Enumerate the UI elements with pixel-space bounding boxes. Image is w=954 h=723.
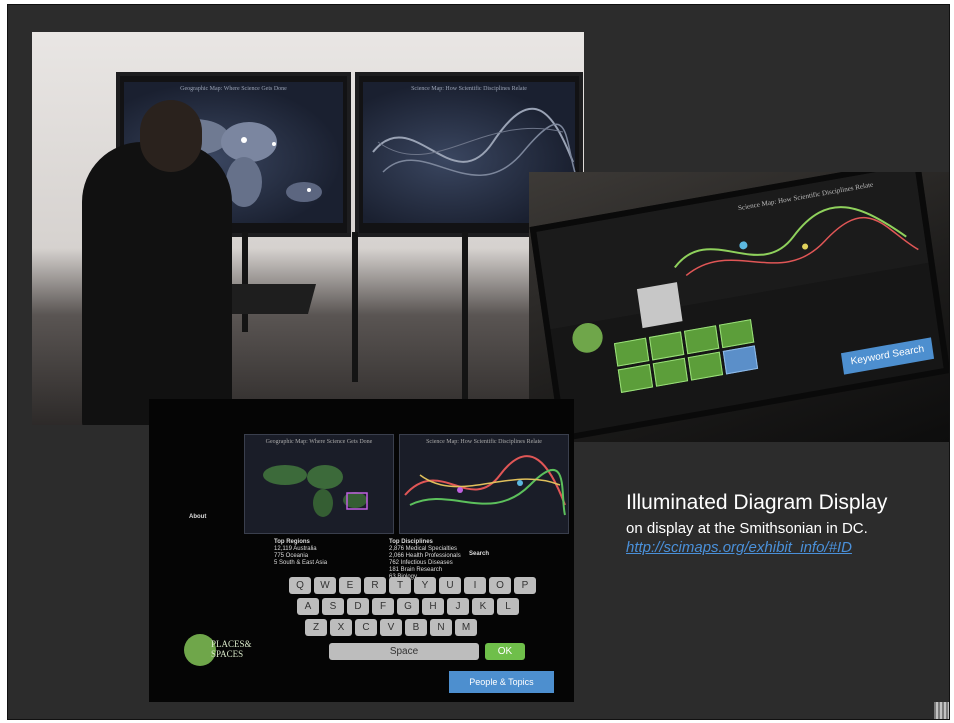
keyboard-key-t[interactable]: T [389,577,411,594]
keyboard-key-h[interactable]: H [422,598,444,615]
places-spaces-logo [570,320,605,356]
keyboard-key-q[interactable]: Q [289,577,311,594]
keyboard-space-key[interactable]: Space [329,643,479,660]
portrait-thumbnail [636,282,683,329]
kiosk-region-row: 775 Oceania [274,553,309,559]
touch-key-1[interactable] [613,337,650,367]
keyboard-key-d[interactable]: D [347,598,369,615]
keyboard-key-e[interactable]: E [339,577,361,594]
kiosk-about-heading: About [189,514,207,520]
slide: Geographic Map: Where Science Gets Done … [7,4,950,720]
qr-code-icon [934,702,949,719]
keyboard-key-c[interactable]: C [355,619,377,636]
touch-key-8[interactable] [722,345,759,375]
touch-key-5[interactable] [617,363,654,393]
keyboard-ok-key[interactable]: OK [485,643,525,660]
keyboard-key-y[interactable]: Y [414,577,436,594]
keyboard-key-s[interactable]: S [322,598,344,615]
photo-kiosk-screen: Geographic Map: Where Science Gets Done … [149,399,574,702]
person-silhouette [82,142,232,425]
touch-science-map: Science Map: How Scientific Disciplines … [536,172,929,330]
keyboard-key-p[interactable]: P [514,577,536,594]
keyboard-key-i[interactable]: I [464,577,486,594]
kiosk-discipline-row: 762 Infectious Diseases [389,560,453,566]
kiosk-search-heading: Search [469,551,490,557]
logo-line-1: PLACES& [211,639,252,649]
keyboard-key-x[interactable]: X [330,619,352,636]
monitor-stand-left [242,232,248,332]
keyboard-key-n[interactable]: N [430,619,452,636]
keyboard-key-w[interactable]: W [314,577,336,594]
kiosk-discipline-row: 181 Brain Research [389,567,443,573]
keyboard-key-o[interactable]: O [489,577,511,594]
touch-key-2[interactable] [648,331,685,361]
kiosk-science-map [404,455,566,516]
keyboard-key-l[interactable]: L [497,598,519,615]
caption-title: Illuminated Diagram Display [626,491,888,514]
person-head [140,100,202,172]
people-topics-button[interactable]: People & Topics [449,671,554,693]
places-spaces-wordmark: PLACES& SPACES [211,639,252,659]
touch-key-7[interactable] [687,351,724,381]
keyboard-key-r[interactable]: R [364,577,386,594]
photo-wall-displays: Geographic Map: Where Science Gets Done … [32,32,584,425]
keyboard-key-z[interactable]: Z [305,619,327,636]
monitor-stand-right [462,232,468,402]
kiosk-world-map [263,465,368,517]
keyword-search-button[interactable]: Keyword Search [840,337,935,375]
kiosk-regions-heading: Top Regions [274,539,310,545]
monitor-stand-mid [352,232,358,382]
caption-subtitle: on display at the Smithsonian in DC. [626,520,868,537]
keyboard-key-m[interactable]: M [455,619,477,636]
keyboard-key-a[interactable]: A [297,598,319,615]
keyboard-key-j[interactable]: J [447,598,469,615]
kiosk-science-map-pane: Science Map: How Scientific Disciplines … [399,434,569,534]
exhibit-info-link[interactable]: http://scimaps.org/exhibit_info/#ID [626,538,887,557]
kiosk-about-panel: About [189,514,249,634]
touch-table-screen: Science Map: How Scientific Disciplines … [529,172,949,442]
keyboard-key-g[interactable]: G [397,598,419,615]
touch-key-6[interactable] [652,357,689,387]
kiosk-disciplines-heading: Top Disciplines [389,539,433,545]
logo-line-2: SPACES [211,649,244,659]
kiosk-top-regions: Top Regions 12,119 Australia 775 Oceania… [274,539,384,567]
kiosk-region-row: 5 South & East Asia [274,560,328,566]
caption-block: Illuminated Diagram Display on display a… [626,490,887,557]
touch-key-4[interactable] [718,319,755,349]
keyboard-key-f[interactable]: F [372,598,394,615]
keyboard-key-v[interactable]: V [380,619,402,636]
touch-kiosk-stand [217,284,317,314]
keyboard-key-u[interactable]: U [439,577,461,594]
kiosk-geo-map-title: Geographic Map: Where Science Gets Done [265,439,373,445]
keyboard-key-b[interactable]: B [405,619,427,636]
kiosk-science-map-title: Science Map: How Scientific Disciplines … [426,439,542,445]
kiosk-geo-map-pane: Geographic Map: Where Science Gets Done [244,434,394,534]
photo-touch-table: Science Map: How Scientific Disciplines … [529,172,949,442]
touch-key-3[interactable] [683,325,720,355]
kiosk-top-disciplines: Top Disciplines 2,876 Medical Specialtie… [389,539,499,581]
keyboard-key-k[interactable]: K [472,598,494,615]
kiosk-region-row: 12,119 Australia [274,546,317,552]
